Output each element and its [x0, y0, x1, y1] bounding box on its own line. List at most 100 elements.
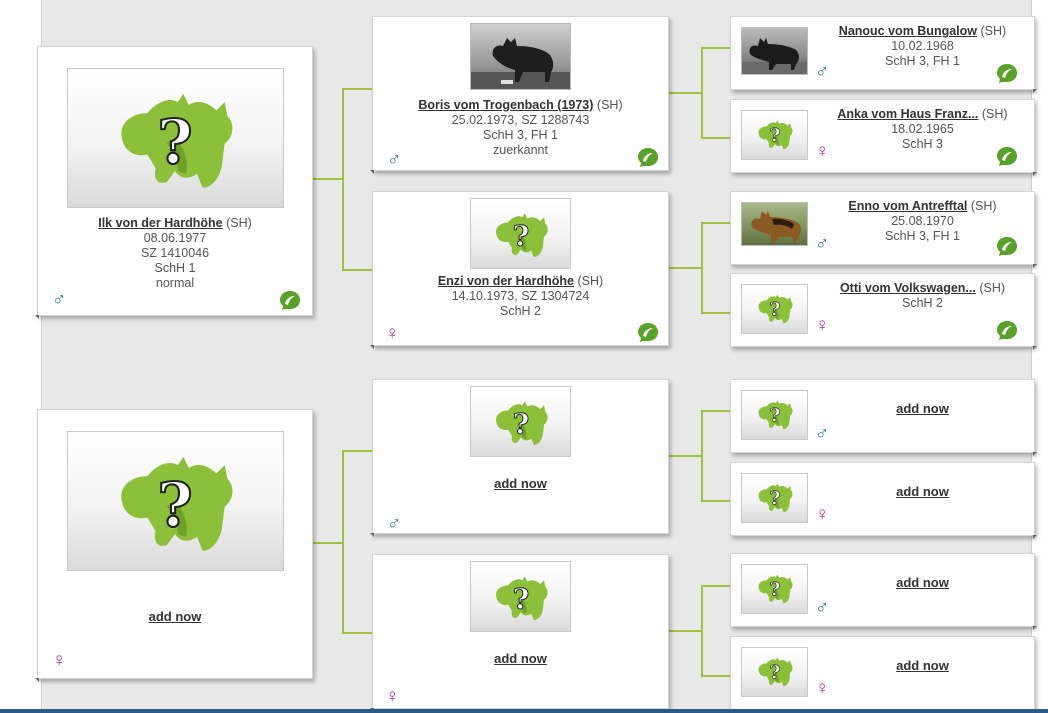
- male-symbol-icon: ♂: [387, 513, 402, 534]
- great-grandparent-card[interactable]: add now ♀: [730, 636, 1037, 713]
- birth-and-registration: 14.10.1973, SZ 1304724: [451, 289, 590, 303]
- titles: SchH 3, FH 1: [884, 54, 961, 68]
- connector: [342, 269, 373, 271]
- leaf-icon[interactable]: [996, 235, 1018, 257]
- titles: SchH 3, FH 1: [482, 128, 559, 142]
- dog-name-link[interactable]: Enno vom Antrefftal: [848, 199, 967, 213]
- connector: [701, 222, 703, 314]
- birth-date: 10.02.1968: [891, 39, 954, 53]
- breed-code: (SH): [226, 216, 252, 230]
- connector: [701, 312, 731, 314]
- dog-photo-placeholder: [67, 431, 284, 571]
- add-now-link[interactable]: add now: [896, 575, 949, 590]
- breed-code: (SH): [980, 24, 1007, 38]
- dog-photo-image: [751, 211, 801, 243]
- great-grandparent-card[interactable]: Nanouc vom Bungalow (SH) 10.02.1968 SchH…: [730, 16, 1037, 93]
- parent-card-dam[interactable]: add now ♀: [35, 409, 313, 682]
- connector: [313, 542, 343, 544]
- great-grandparent-card[interactable]: Enno vom Antrefftal (SH) 25.08.1970 SchH…: [730, 191, 1037, 268]
- dog-info: add now: [373, 476, 668, 492]
- female-symbol-icon: ♀: [815, 504, 830, 525]
- unknown-dog-placeholder-icon: [495, 575, 549, 621]
- dog-photo-placeholder: [741, 647, 808, 697]
- dog-info: add now: [811, 658, 1034, 674]
- dog-name-link[interactable]: Otti vom Volkswagen...: [840, 281, 976, 295]
- grandparent-card[interactable]: Enzi von der Hardhöhe (SH) 14.10.1973, S…: [370, 191, 669, 349]
- connector: [701, 222, 731, 224]
- unknown-dog-placeholder-icon: [495, 212, 549, 258]
- add-now-link[interactable]: add now: [494, 651, 547, 666]
- registration-number: SZ 1410046: [140, 246, 210, 260]
- connector: [701, 137, 731, 139]
- unknown-dog-placeholder-icon: [758, 294, 793, 324]
- grandparent-card[interactable]: add now ♂: [370, 379, 669, 537]
- dog-photo: [741, 27, 808, 75]
- male-symbol-icon: ♂: [815, 597, 830, 618]
- birth-date: 08.06.1977: [143, 231, 207, 245]
- breed-code: (SH): [979, 281, 1006, 295]
- connector: [669, 455, 702, 457]
- connector: [701, 675, 731, 677]
- unknown-dog-placeholder-icon: [758, 120, 793, 150]
- connector: [701, 410, 731, 412]
- dog-photo-image: [471, 38, 570, 89]
- great-grandparent-card[interactable]: add now ♀: [730, 462, 1037, 539]
- grandparent-card[interactable]: add now ♀: [370, 554, 669, 712]
- connector: [342, 88, 373, 90]
- unknown-dog-placeholder-icon: [120, 455, 234, 552]
- unknown-dog-placeholder-icon: [120, 92, 234, 189]
- male-symbol-icon: ♂: [52, 289, 67, 310]
- dog-name-link[interactable]: Enzi von der Hardhöhe: [438, 274, 574, 288]
- leaf-icon[interactable]: [637, 321, 659, 343]
- connector: [701, 585, 731, 587]
- male-symbol-icon: ♂: [387, 149, 402, 170]
- breed-code: (SH): [970, 199, 997, 213]
- connector: [701, 500, 731, 502]
- great-grandparent-card[interactable]: add now ♂: [730, 553, 1037, 630]
- dog-name-link[interactable]: Boris vom Trogenbach (1973): [418, 98, 593, 112]
- dog-name-link[interactable]: Nanouc vom Bungalow: [839, 24, 977, 38]
- connector: [342, 450, 344, 634]
- breed-code: (SH): [577, 274, 604, 288]
- dog-photo-placeholder: [741, 390, 808, 440]
- grandparent-card[interactable]: Boris vom Trogenbach (1973) (SH) 25.02.1…: [370, 16, 669, 174]
- birth-date: 25.08.1970: [891, 214, 954, 228]
- leaf-icon[interactable]: [996, 62, 1018, 84]
- dog-info: Enzi von der Hardhöhe (SH) 14.10.1973, S…: [373, 274, 668, 319]
- add-now-link[interactable]: add now: [149, 609, 202, 624]
- add-now-link[interactable]: add now: [896, 658, 949, 673]
- add-now-link[interactable]: add now: [494, 476, 547, 491]
- connector: [701, 585, 703, 677]
- great-grandparent-card[interactable]: Otti vom Volkswagen... (SH) SchH 2 ♀: [730, 273, 1037, 350]
- great-grandparent-card[interactable]: Anka vom Haus Franz... (SH) 18.02.1965 S…: [730, 99, 1037, 176]
- connector: [701, 47, 703, 139]
- dog-photo-placeholder: [470, 198, 571, 269]
- titles: SchH 2: [500, 304, 541, 318]
- dog-info: add now: [38, 609, 312, 625]
- unknown-dog-placeholder-icon: [495, 400, 549, 446]
- leaf-icon[interactable]: [996, 145, 1018, 167]
- female-symbol-icon: ♀: [815, 678, 830, 699]
- great-grandparent-card[interactable]: add now ♂: [730, 379, 1037, 456]
- dog-photo: [470, 23, 571, 90]
- dog-photo-placeholder: [470, 561, 571, 632]
- birth-date: 18.02.1965: [891, 122, 954, 136]
- add-now-link[interactable]: add now: [896, 484, 949, 499]
- add-now-link[interactable]: add now: [896, 401, 949, 416]
- rating: zuerkannt: [493, 143, 548, 157]
- leaf-icon[interactable]: [637, 146, 659, 168]
- unknown-dog-placeholder-icon: [758, 657, 793, 687]
- unknown-dog-placeholder-icon: [758, 483, 793, 513]
- connector: [342, 632, 373, 634]
- dog-photo-placeholder: [741, 564, 808, 614]
- leaf-icon[interactable]: [996, 319, 1018, 341]
- dog-info: Ilk von der Hardhöhe (SH) 08.06.1977 SZ …: [38, 216, 312, 291]
- dog-photo-placeholder: [470, 386, 571, 457]
- dog-name-link[interactable]: Anka vom Haus Franz...: [837, 107, 978, 121]
- connector: [701, 410, 703, 502]
- leaf-icon[interactable]: [279, 289, 301, 311]
- parent-card-sire[interactable]: Ilk von der Hardhöhe (SH) 08.06.1977 SZ …: [35, 46, 313, 319]
- connector: [669, 92, 702, 94]
- dog-photo-placeholder: [67, 68, 284, 208]
- dog-name-link[interactable]: Ilk von der Hardhöhe: [98, 216, 222, 230]
